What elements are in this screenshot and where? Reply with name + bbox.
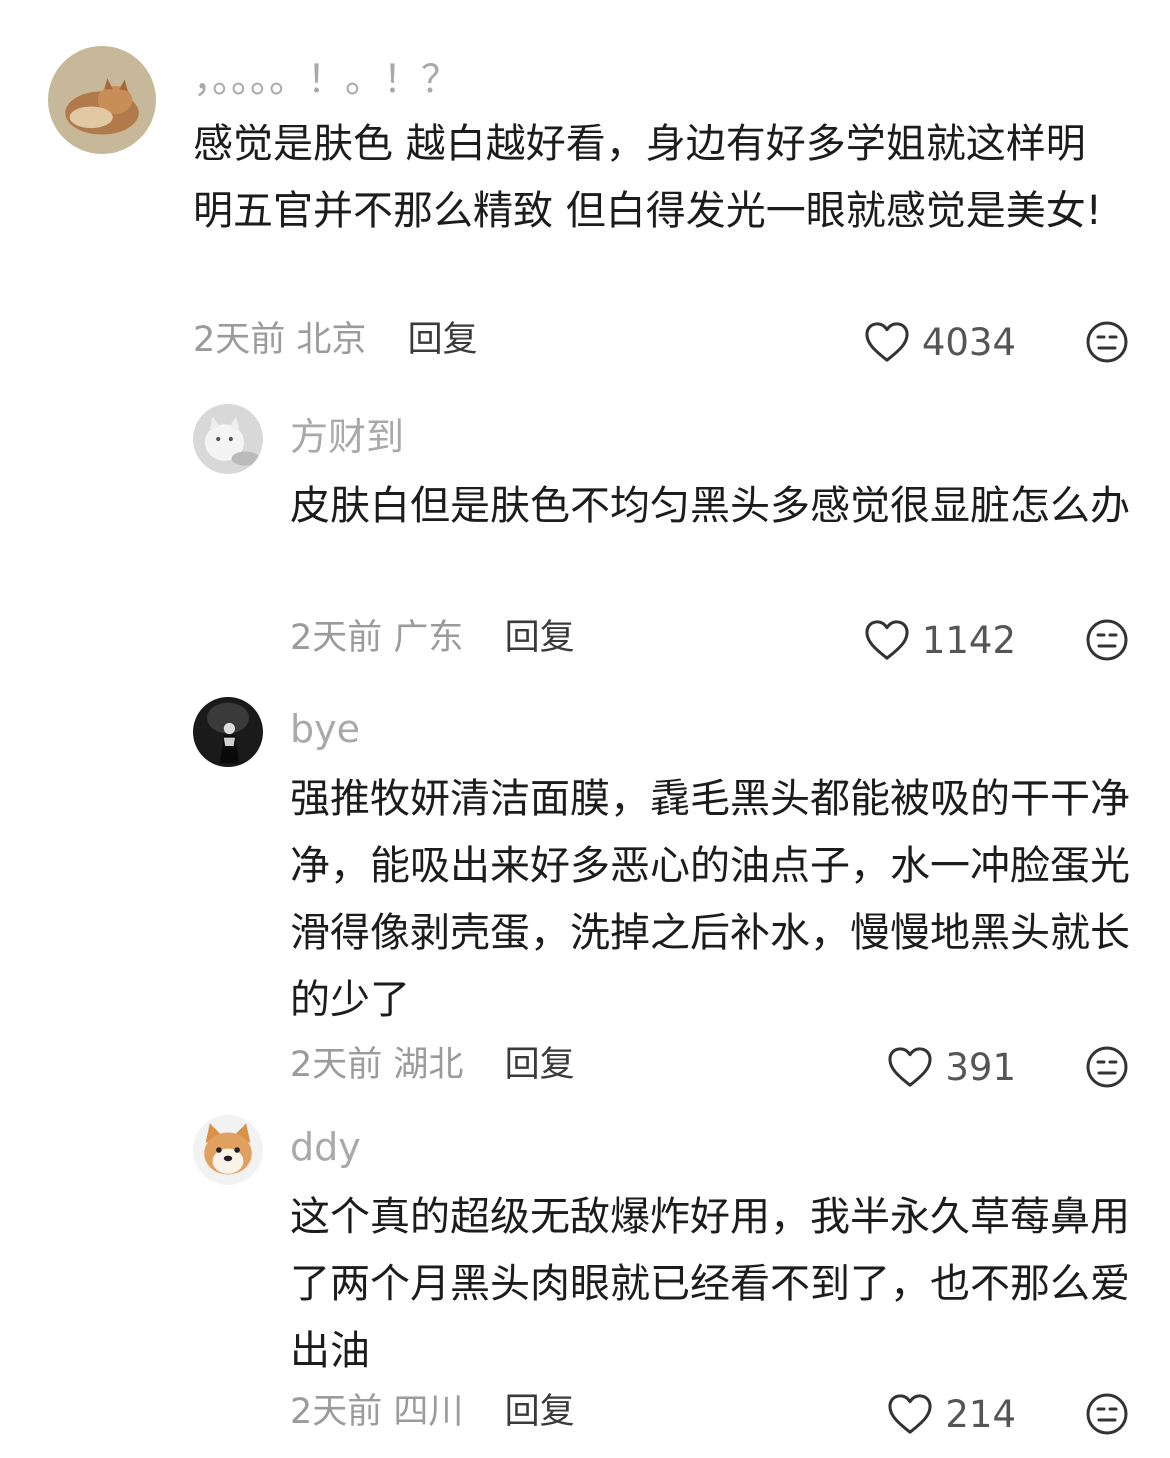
comment-username[interactable]: ddy: [290, 1123, 361, 1171]
like-count: 214: [945, 1392, 1016, 1436]
dislike-face-icon[interactable]: [1085, 1045, 1129, 1089]
comment-username[interactable]: 方财到: [290, 413, 404, 461]
dislike-face-icon[interactable]: [1085, 1392, 1129, 1436]
comment-username[interactable]: bye: [290, 705, 360, 753]
dark-figure-avatar-icon[interactable]: [193, 697, 263, 767]
comment-location: 四川: [393, 1392, 464, 1432]
heart-icon: [865, 620, 909, 660]
comment-text: 感觉是肤色 越白越好看，身边有好多学姐就这样明明五官并不那么精致 但白得发光一眼…: [193, 121, 1102, 234]
comment-text: 这个真的超级无敌爆炸好用，我半永久草莓鼻用了两个月黑头肉眼就已经看不到了，也不那…: [290, 1194, 1130, 1374]
like-button[interactable]: 214: [887, 1390, 1016, 1438]
dislike-face-icon[interactable]: [1085, 320, 1129, 364]
comment-text: 皮肤白但是肤色不均匀黑头多感觉很显脏怎么办: [290, 483, 1130, 529]
comment-location: 广东: [393, 618, 464, 658]
reply-button[interactable]: 回复: [505, 618, 575, 658]
reply-button[interactable]: 回复: [505, 1392, 575, 1432]
like-count: 1142: [921, 618, 1016, 662]
comment-meta: 2天前 湖北 回复: [290, 1041, 575, 1089]
like-button[interactable]: 1142: [864, 616, 1016, 664]
like-button[interactable]: 4034: [864, 318, 1016, 366]
comment-time: 2天前: [290, 618, 383, 658]
reply-button[interactable]: 回复: [408, 320, 478, 360]
comment-username[interactable]: ，。。。。！。！？: [193, 55, 459, 103]
like-count: 391: [945, 1045, 1016, 1089]
comment-time: 2天前: [290, 1392, 383, 1432]
like-count: 4034: [921, 320, 1016, 364]
shiba-dog-avatar-icon[interactable]: [193, 1115, 263, 1185]
comment-meta: 2天前 四川 回复: [290, 1388, 575, 1436]
comment-text: 强推牧妍清洁面膜，毳毛黑头都能被吸的干干净净，能吸出来好多恶心的油点子，水一冲脸…: [290, 776, 1130, 1023]
comment-location: 北京: [296, 320, 367, 360]
comment-time: 2天前: [193, 320, 286, 360]
comment-location: 湖北: [393, 1045, 464, 1085]
heart-icon: [888, 1047, 932, 1087]
like-button[interactable]: 391: [887, 1043, 1016, 1091]
heart-icon: [888, 1394, 932, 1434]
comment-meta: 2天前 广东 回复: [290, 614, 575, 662]
white-cat-avatar-icon[interactable]: [193, 404, 263, 474]
comment-meta: 2天前 北京 回复: [193, 316, 478, 364]
heart-icon: [865, 322, 909, 362]
cat-avatar-icon[interactable]: [48, 46, 156, 154]
dislike-face-icon[interactable]: [1085, 618, 1129, 662]
reply-button[interactable]: 回复: [505, 1045, 575, 1085]
comment-time: 2天前: [290, 1045, 383, 1085]
